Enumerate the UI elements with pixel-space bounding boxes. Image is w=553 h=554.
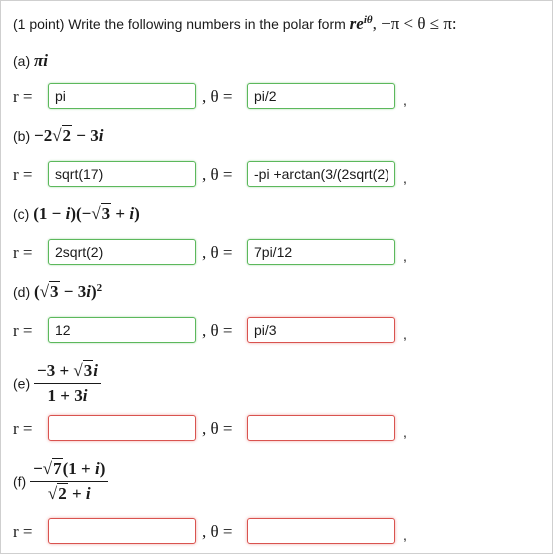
part-e-numerator: −3 + √3i bbox=[34, 360, 101, 384]
part-e-fraction: −3 + √3i 1 + 3i bbox=[34, 360, 101, 406]
part-a-r-input[interactable] bbox=[48, 83, 196, 109]
part-b-theta-input[interactable] bbox=[247, 161, 395, 187]
part-f-r-input[interactable] bbox=[48, 518, 196, 544]
part-e-denominator: 1 + 3i bbox=[47, 386, 88, 405]
r-equals-label: r = bbox=[13, 419, 33, 438]
part-e-label: (e) −3 + √3i 1 + 3i bbox=[13, 360, 101, 406]
part-e-r-input[interactable] bbox=[48, 415, 196, 441]
part-c-expression: (1 − i)(−√3 + i) bbox=[33, 203, 140, 223]
part-b-expression: −2√2 − 3i bbox=[34, 125, 104, 145]
part-e-theta-input[interactable] bbox=[247, 415, 395, 441]
r-equals-label: r = bbox=[13, 522, 33, 541]
part-a-theta-input[interactable] bbox=[247, 83, 395, 109]
part-f-theta-input[interactable] bbox=[247, 518, 395, 544]
part-c-r-input[interactable] bbox=[48, 239, 196, 265]
part-b-label: (b) −2√2 − 3i bbox=[13, 125, 104, 145]
theta-equals-label: , θ = bbox=[202, 243, 233, 262]
trailing-comma: , bbox=[403, 248, 407, 264]
polar-form-exponent: iθ bbox=[363, 14, 373, 26]
theta-equals-label: , θ = bbox=[202, 419, 233, 438]
part-c-theta-input[interactable] bbox=[247, 239, 395, 265]
part-f-fraction: −√7(1 + i) √2 + i bbox=[30, 458, 109, 504]
trailing-comma: , bbox=[403, 170, 407, 186]
part-f-label: (f) −√7(1 + i) √2 + i bbox=[13, 458, 109, 504]
trailing-comma: , bbox=[403, 424, 407, 440]
theta-range: , −π < θ ≤ π: bbox=[372, 14, 457, 33]
polar-form-e: e bbox=[356, 14, 364, 33]
part-b-r-input[interactable] bbox=[48, 161, 196, 187]
part-a-label: (a) πi bbox=[13, 51, 49, 70]
r-equals-label: r = bbox=[13, 243, 33, 262]
problem-text: (1 point) Write the following numbers in… bbox=[13, 16, 350, 32]
part-d-theta-input[interactable] bbox=[247, 317, 395, 343]
part-c-label: (c) (1 − i)(−√3 + i) bbox=[13, 203, 140, 223]
part-d-label: (d) (√3 − 3i)2 bbox=[13, 281, 103, 301]
theta-equals-label: , θ = bbox=[202, 87, 233, 106]
trailing-comma: , bbox=[403, 527, 407, 543]
r-equals-label: r = bbox=[13, 87, 33, 106]
theta-equals-label: , θ = bbox=[202, 522, 233, 541]
r-equals-label: r = bbox=[13, 321, 33, 340]
problem-panel: (1 point) Write the following numbers in… bbox=[0, 0, 553, 554]
problem-statement: (1 point) Write the following numbers in… bbox=[13, 14, 457, 34]
r-equals-label: r = bbox=[13, 165, 33, 184]
theta-equals-label: , θ = bbox=[202, 165, 233, 184]
part-a-expression: πi bbox=[34, 51, 49, 70]
part-f-denominator: √2 + i bbox=[47, 483, 91, 503]
part-f-numerator: −√7(1 + i) bbox=[30, 458, 109, 482]
trailing-comma: , bbox=[403, 326, 407, 342]
part-d-r-input[interactable] bbox=[48, 317, 196, 343]
part-d-expression: (√3 − 3i)2 bbox=[34, 281, 103, 301]
trailing-comma: , bbox=[403, 92, 407, 108]
theta-equals-label: , θ = bbox=[202, 321, 233, 340]
